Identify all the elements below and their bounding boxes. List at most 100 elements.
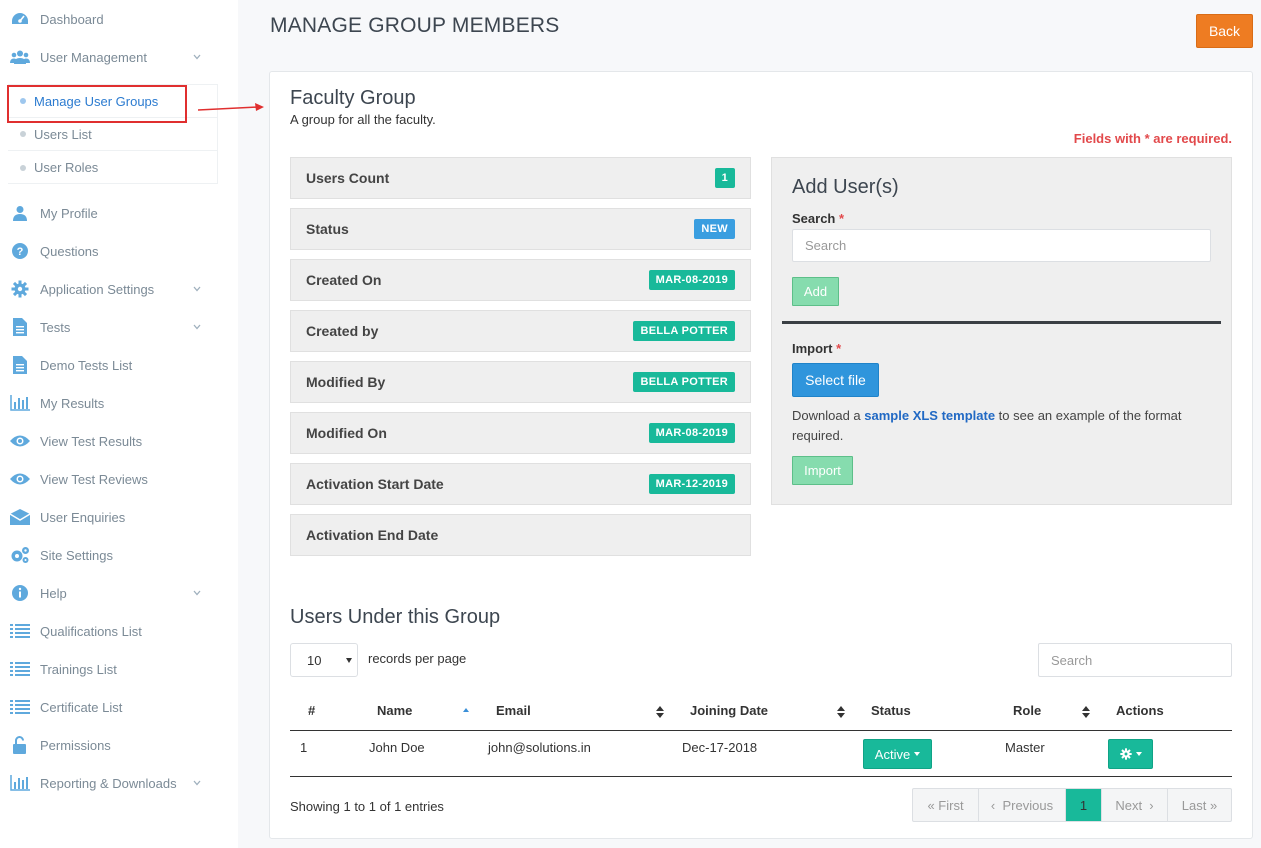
back-button[interactable]: Back [1196, 14, 1253, 48]
import-button[interactable]: Import [792, 456, 853, 485]
page-length-select[interactable]: 10 [290, 643, 358, 677]
detail-row-users-count: Users Count 1 [290, 157, 751, 199]
question-icon: ? [10, 242, 30, 260]
detail-label: Modified On [306, 425, 387, 441]
sidebar-item-label: Site Settings [40, 547, 113, 563]
actions-dropdown-button[interactable] [1108, 739, 1153, 769]
status-label: Active [874, 746, 911, 762]
sample-template-link[interactable]: sample XLS template [864, 408, 995, 423]
submenu-item-label: User Roles [34, 160, 99, 175]
sidebar-item-tests[interactable]: Tests [0, 308, 238, 346]
column-header-actions: Actions [1116, 703, 1164, 718]
unlock-icon [10, 736, 30, 754]
sidebar-item-trainings-list[interactable]: Trainings List [0, 650, 238, 688]
pagination-previous[interactable]: ‹ Previous [979, 789, 1066, 821]
sidebar-item-my-profile[interactable]: My Profile [0, 194, 238, 232]
select-file-button[interactable]: Select file [792, 363, 879, 397]
detail-label: Users Count [306, 170, 390, 186]
sidebar-item-view-test-reviews[interactable]: View Test Reviews [0, 460, 238, 498]
bar-chart-icon [10, 774, 30, 792]
chevron-down-icon [193, 286, 201, 292]
sidebar-item-certificate-list[interactable]: Certificate List [0, 688, 238, 726]
detail-label: Activation Start Date [306, 476, 444, 492]
chevron-down-icon [193, 54, 201, 60]
sidebar-item-label: Questions [40, 243, 99, 259]
sidebar-item-site-settings[interactable]: Site Settings [0, 536, 238, 574]
column-header-joining-date[interactable]: Joining Date [690, 703, 768, 718]
sidebar-item-label: Dashboard [40, 11, 104, 27]
detail-row-created-on: Created On MAR-08-2019 [290, 259, 751, 301]
required-star: * [839, 211, 845, 226]
sidebar: Dashboard User Management Manage User Gr… [0, 0, 238, 848]
bullet-icon [20, 164, 26, 171]
pagination-next-label: Next [1115, 797, 1143, 813]
dashboard-icon [10, 10, 30, 28]
search-field-label: Search * [792, 211, 844, 226]
user-icon [10, 204, 30, 222]
detail-row-status: Status NEW [290, 208, 751, 250]
caret-down-icon [346, 658, 352, 663]
gear-icon [1119, 748, 1132, 760]
pagination-page-1[interactable]: 1 [1066, 789, 1102, 821]
svg-text:?: ? [17, 246, 24, 258]
sidebar-item-user-enquiries[interactable]: User Enquiries [0, 498, 238, 536]
sidebar-item-label: My Profile [40, 205, 98, 221]
cell-number: 1 [300, 740, 308, 755]
sidebar-item-dashboard[interactable]: Dashboard [0, 0, 238, 38]
pagination: « First ‹ Previous 1 Next › Last » [912, 788, 1232, 822]
sidebar-item-my-results[interactable]: My Results [0, 384, 238, 422]
sidebar-item-label: Demo Tests List [40, 357, 133, 373]
table-search-input[interactable] [1038, 643, 1232, 677]
add-user-search-input[interactable] [792, 229, 1211, 262]
sidebar-item-help[interactable]: Help [0, 574, 238, 612]
submenu-item-user-roles[interactable]: User Roles [8, 151, 218, 184]
cell-name: John Doe [369, 740, 425, 755]
sidebar-item-questions[interactable]: ? Questions [0, 232, 238, 270]
sidebar-item-application-settings[interactable]: Application Settings [0, 270, 238, 308]
status-badge: NEW [694, 219, 735, 239]
pagination-first[interactable]: « First [913, 789, 979, 821]
sidebar-item-label: Application Settings [40, 281, 155, 297]
eye-icon [10, 432, 30, 450]
add-button[interactable]: Add [792, 277, 839, 306]
import-label-text: Import [792, 341, 833, 356]
sidebar-item-qualifications-list[interactable]: Qualifications List [0, 612, 238, 650]
list-icon [10, 622, 30, 640]
double-chevron-right-icon: » [1206, 797, 1218, 813]
group-name: Faculty Group [290, 87, 416, 109]
sort-asc-icon [463, 708, 469, 712]
sort-icon [1082, 706, 1090, 718]
sidebar-item-user-management[interactable]: User Management [0, 38, 238, 76]
sidebar-item-reporting-downloads[interactable]: Reporting & Downloads [0, 764, 238, 802]
status-dropdown-button[interactable]: Active [863, 739, 932, 769]
sidebar-item-label: Reporting & Downloads [40, 775, 177, 791]
annotation-highlight-box [7, 85, 187, 123]
detail-row-activation-start: Activation Start Date MAR-12-2019 [290, 463, 751, 505]
pagination-last[interactable]: Last » [1168, 789, 1231, 821]
add-users-panel [771, 157, 1232, 505]
file-icon [10, 318, 30, 336]
file-icon [10, 356, 30, 374]
pagination-next[interactable]: Next › [1102, 789, 1168, 821]
required-star: * [836, 341, 842, 356]
gears-icon [10, 546, 30, 564]
column-header-number[interactable]: # [308, 703, 315, 718]
detail-label: Activation End Date [306, 527, 439, 543]
page-length-label: records per page [368, 651, 467, 666]
sort-icon [837, 706, 845, 718]
sidebar-item-label: Qualifications List [40, 623, 142, 639]
sidebar-item-label: Certificate List [40, 699, 123, 715]
detail-row-modified-on: Modified On MAR-08-2019 [290, 412, 751, 454]
required-fields-note: Fields with * are required. [1073, 131, 1232, 146]
column-header-role[interactable]: Role [1013, 703, 1041, 718]
column-header-email[interactable]: Email [496, 703, 531, 718]
import-field-label: Import * [792, 341, 841, 356]
sidebar-item-demo-tests-list[interactable]: Demo Tests List [0, 346, 238, 384]
sidebar-item-view-test-results[interactable]: View Test Results [0, 422, 238, 460]
sidebar-item-permissions[interactable]: Permissions [0, 726, 238, 764]
list-icon [10, 660, 30, 678]
pagination-last-label: Last [1181, 797, 1207, 813]
column-header-name[interactable]: Name [377, 703, 412, 718]
submenu-item-label: Users List [34, 126, 92, 142]
sidebar-item-label: User Enquiries [40, 509, 126, 525]
